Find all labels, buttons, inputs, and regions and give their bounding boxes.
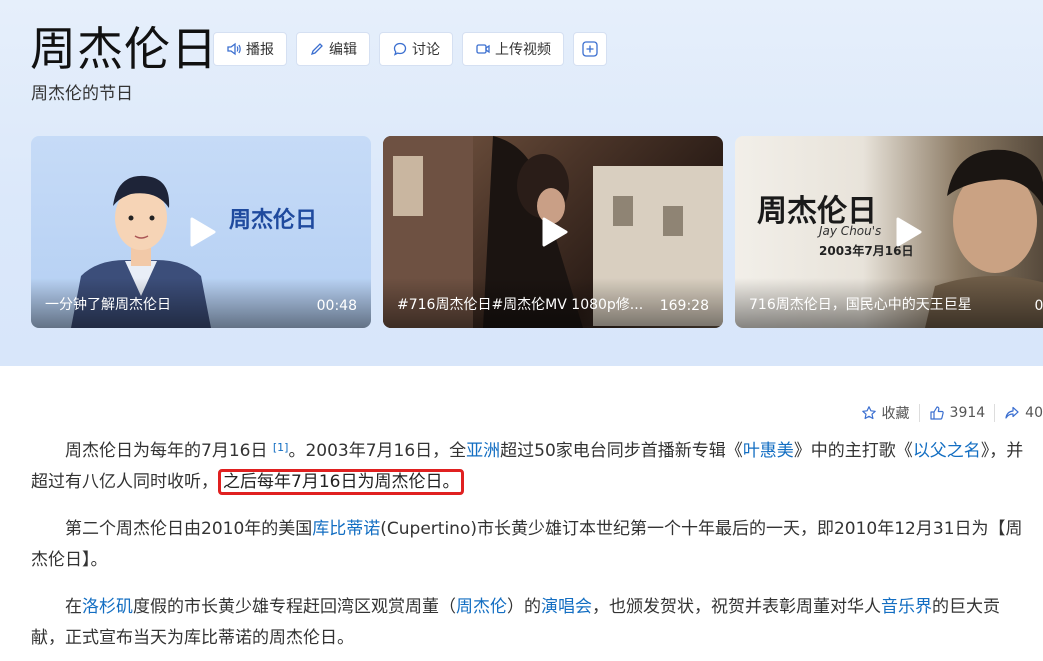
article-content: 周杰伦日为每年的7月16日 [1]。2003年7月16日，全亚洲超过50家电台同… <box>31 436 1031 661</box>
link-ye-hui-mei[interactable]: 叶惠美 <box>743 441 794 461</box>
thumbnail-overlay-text: 周杰伦日 <box>229 208 318 233</box>
collect-button[interactable]: 收藏 <box>852 403 919 423</box>
share-icon <box>1005 406 1019 419</box>
link-jay-chou[interactable]: 周杰伦 <box>456 597 507 617</box>
text: 超过50家电台同步首播新专辑《 <box>500 441 743 461</box>
video-duration: 03: <box>1034 298 1043 314</box>
link-yi-fu-zhi-ming[interactable]: 以父之名 <box>913 441 981 461</box>
link-cupertino[interactable]: 库比蒂诺 <box>312 519 380 539</box>
video-carousel: 周杰伦日 一分钟了解周杰伦日 00:48 #716周杰伦日#周杰伦MV 1080… <box>31 136 1043 328</box>
text: 》中的主打歌《 <box>793 441 913 461</box>
thumbnail-overlay-subtitle: Jay Chou's <box>819 224 882 238</box>
video-card[interactable]: 周杰伦日 一分钟了解周杰伦日 00:48 <box>31 136 371 328</box>
play-icon[interactable] <box>536 215 570 249</box>
text: ，也颁发贺状，祝贺并表彰周董对华人 <box>592 597 881 617</box>
action-bar: 播报 编辑 讨论 上传视频 <box>213 32 607 66</box>
paragraph: 周杰伦日为每年的7月16日 [1]。2003年7月16日，全亚洲超过50家电台同… <box>31 436 1031 498</box>
video-title[interactable]: 716周杰伦日，国民心中的天王巨星 <box>749 294 972 314</box>
upload-video-label: 上传视频 <box>495 42 551 58</box>
collect-label: 收藏 <box>881 406 910 422</box>
star-icon <box>861 406 876 420</box>
video-duration: 169:28 <box>659 298 709 314</box>
play-icon[interactable] <box>184 215 218 249</box>
link-asia[interactable]: 亚洲 <box>466 441 500 461</box>
edit-label: 编辑 <box>329 42 357 58</box>
text: 度假的市长黄少雄专程赶回湾区观赏周董（ <box>133 597 456 617</box>
link-concert[interactable]: 演唱会 <box>541 597 592 617</box>
plus-icon <box>582 41 598 57</box>
video-title[interactable]: #716周杰伦日#周杰伦MV 1080p修... <box>397 294 643 314</box>
edit-button[interactable]: 编辑 <box>296 32 370 66</box>
hero-banner: 周杰伦日 周杰伦的节日 播报 编辑 讨论 上传视频 周杰伦日 一分钟了解周杰伦日… <box>0 0 1043 366</box>
link-music-industry[interactable]: 音乐界 <box>881 597 932 617</box>
upload-video-button[interactable]: 上传视频 <box>462 32 564 66</box>
share-count: 40 <box>1025 405 1043 421</box>
video-duration: 00:48 <box>316 298 357 314</box>
video-camera-icon <box>476 44 490 54</box>
text: ）的 <box>507 597 541 617</box>
text: 周杰伦日为每年的7月16日 <box>65 441 268 461</box>
paragraph: 第二个周杰伦日由2010年的美国库比蒂诺(Cupertino)市长黄少雄订本世纪… <box>31 514 1031 576</box>
thumbs-up-icon <box>929 406 944 420</box>
play-icon[interactable] <box>890 215 924 249</box>
share-button[interactable]: 40 <box>995 405 1043 421</box>
pencil-icon <box>310 43 323 56</box>
like-count: 3914 <box>949 405 986 421</box>
speaker-icon <box>227 42 241 56</box>
chat-bubble-icon <box>393 42 407 56</box>
discuss-label: 讨论 <box>412 42 440 58</box>
link-los-angeles[interactable]: 洛杉矶 <box>82 597 133 617</box>
article-toolbar: 收藏 3914 40 <box>852 402 1043 424</box>
broadcast-button[interactable]: 播报 <box>213 32 287 66</box>
text: 。2003年7月16日，全 <box>288 441 467 461</box>
video-title[interactable]: 一分钟了解周杰伦日 <box>45 294 171 314</box>
reference-link[interactable]: [1] <box>273 441 289 454</box>
more-button[interactable] <box>573 32 607 66</box>
page-subtitle: 周杰伦的节日 <box>31 84 133 104</box>
like-button[interactable]: 3914 <box>920 405 995 421</box>
video-card[interactable]: 周杰伦日 Jay Chou's 2003年7月16日 716周杰伦日，国民心中的… <box>735 136 1043 328</box>
page-title: 周杰伦日 <box>30 22 218 76</box>
text: 第二个周杰伦日由2010年的美国 <box>65 519 313 539</box>
discuss-button[interactable]: 讨论 <box>379 32 453 66</box>
broadcast-label: 播报 <box>246 42 274 58</box>
highlighted-sentence: 之后每年7月16日为周杰伦日。 <box>218 469 465 495</box>
text: 在 <box>65 597 82 617</box>
paragraph: 在洛杉矶度假的市长黄少雄专程赶回湾区观赏周董（周杰伦）的演唱会，也颁发贺状，祝贺… <box>31 592 1031 654</box>
video-card[interactable]: #716周杰伦日#周杰伦MV 1080p修... 169:28 <box>383 136 723 328</box>
